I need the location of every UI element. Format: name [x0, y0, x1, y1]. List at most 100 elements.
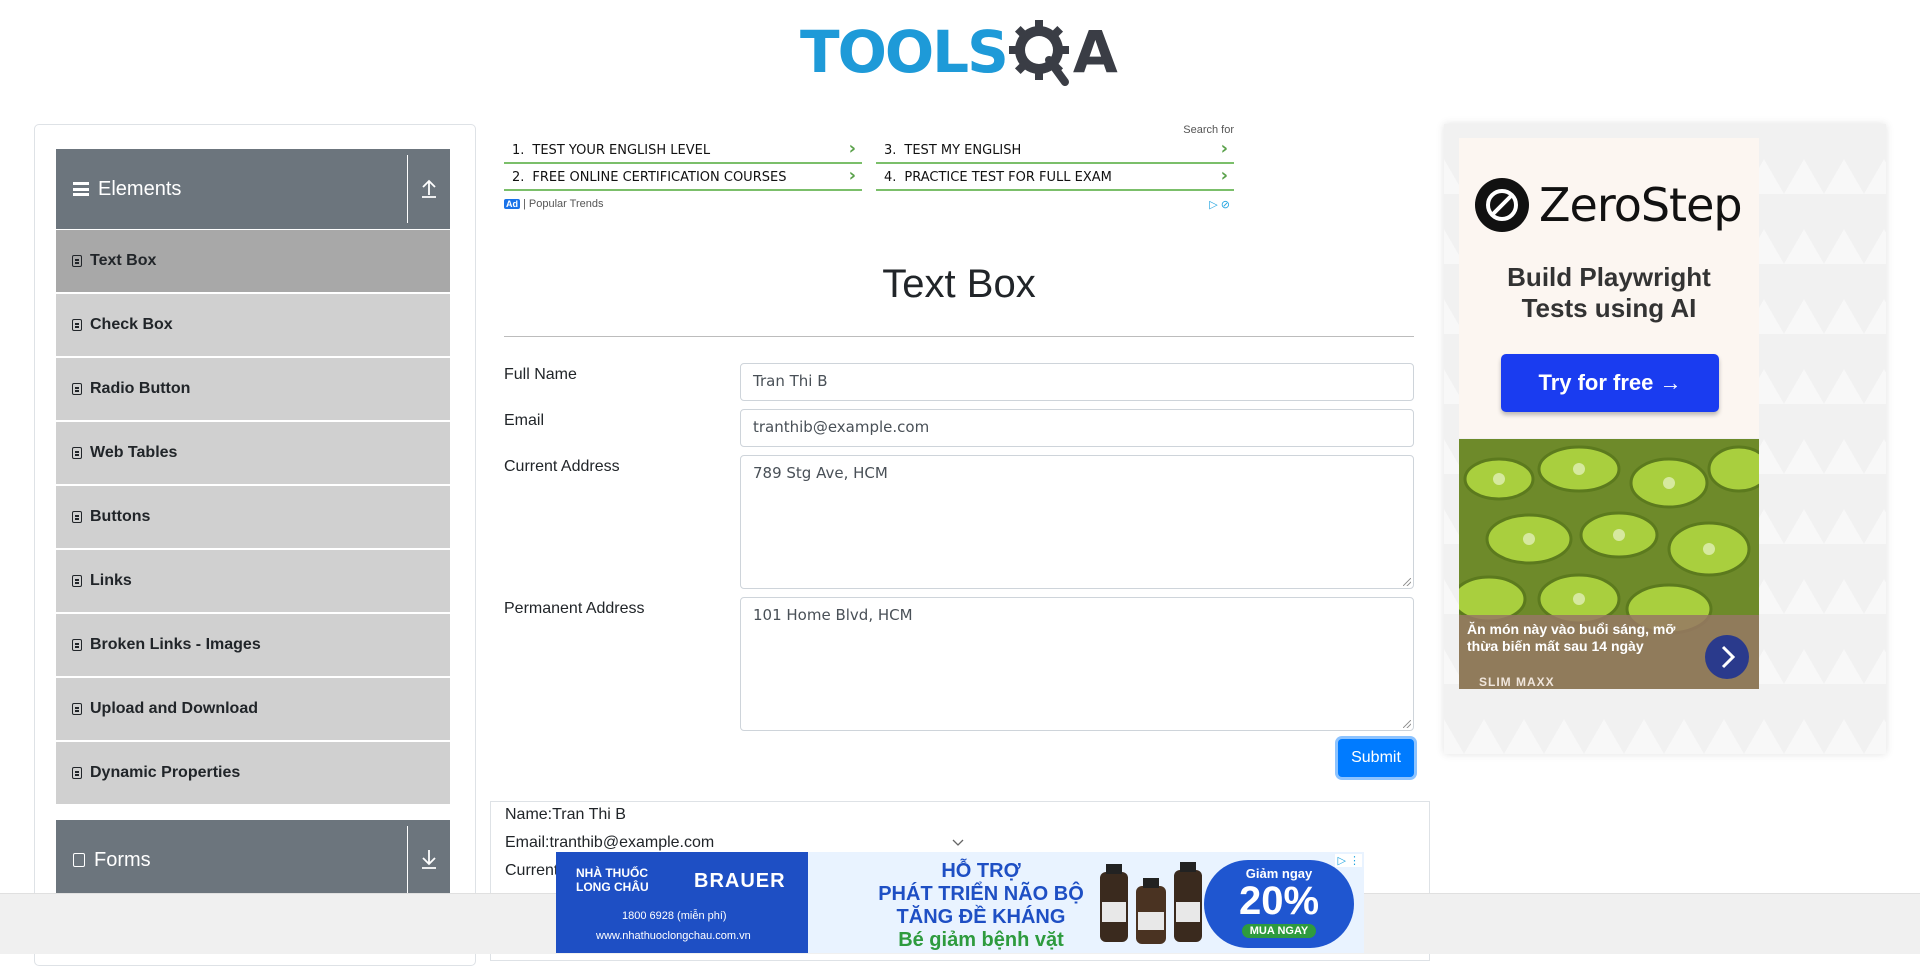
current-address-label: Current Address: [504, 458, 620, 475]
permanent-address-textarea[interactable]: 101 Home Blvd, HCM: [740, 597, 1414, 731]
top-search-ad: Search for 1. TEST YOUR ENGLISH LEVEL › …: [504, 122, 1234, 214]
output-current-address: Current: [505, 862, 559, 879]
list-icon: [72, 383, 82, 395]
promo-value: 20%: [1238, 879, 1320, 923]
ad-link-number: 1.: [512, 142, 525, 158]
ad-info[interactable]: Ad | Popular Trends: [504, 198, 604, 210]
food-ad[interactable]: Ăn món này vào buổi sáng, mỡ thừa biến m…: [1459, 439, 1759, 689]
banner-headline: HỖ TRỢ PHÁT TRIỂN NÃO BỘ TĂNG ĐỀ KHÁNG B…: [846, 860, 1116, 952]
long-chau-panel: NHÀ THUỐC LONG CHÂU BRAUER 1800 6928 (mi…: [556, 852, 808, 953]
ad-link-text: TEST YOUR ENGLISH LEVEL: [532, 142, 711, 158]
group-title: Elements: [98, 177, 182, 200]
headline-4: Bé giảm bệnh vặt: [898, 929, 1064, 951]
chevron-right-icon: ›: [1220, 165, 1228, 186]
output-name: Name:Tran Thi B: [505, 806, 626, 823]
phone-number: 1800 6928 (miễn phí): [622, 910, 727, 922]
sidebar-item-radio-button[interactable]: Radio Button: [56, 358, 450, 420]
list-icon: [72, 319, 82, 331]
sidebar-item-label: Broken Links - Images: [90, 636, 261, 653]
ad-link-number: 3.: [884, 142, 897, 158]
sidebar-item-label: Buttons: [90, 508, 151, 525]
submit-button[interactable]: Submit: [1338, 739, 1414, 777]
collapse-up-icon[interactable]: [417, 175, 441, 201]
email-input[interactable]: tranthib@example.com: [740, 409, 1414, 447]
chevron-right-icon: ›: [848, 165, 856, 186]
adchoices-icon[interactable]: ▷ ⊘: [1209, 198, 1230, 211]
food-brand: SLIM MAXX: [1479, 675, 1555, 689]
zerostep-brand: ZeroStep: [1539, 178, 1743, 232]
full-name-label: Full Name: [504, 366, 577, 383]
list-icon: [72, 511, 82, 523]
ad-link-text: TEST MY ENGLISH: [904, 142, 1022, 158]
logo-text: TOOLS: [800, 18, 1009, 86]
product-bottles-image: [1100, 862, 1202, 944]
zerostep-logo: ZeroStep: [1475, 178, 1743, 232]
list-icon: [72, 575, 82, 587]
chevron-right-icon: ›: [1220, 138, 1228, 159]
chevron-right-icon: [1721, 645, 1736, 669]
ad-search-for: Search for: [1183, 124, 1234, 136]
store-line-2: LONG CHÂU: [576, 880, 649, 894]
group-divider: [407, 826, 408, 894]
ad-link-3[interactable]: 3. TEST MY ENGLISH ›: [876, 138, 1234, 164]
sidebar-item-label: Check Box: [90, 316, 173, 333]
food-caption-bar: Ăn món này vào buổi sáng, mỡ thừa biến m…: [1459, 615, 1759, 689]
zerostep-ad[interactable]: ZeroStep Build Playwright Tests using AI…: [1444, 124, 1886, 754]
sidebar-item-label: Text Box: [90, 252, 157, 269]
full-name-input[interactable]: Tran Thi B: [740, 363, 1414, 401]
gear-magnifier-icon: [1003, 14, 1079, 90]
try-for-free-button[interactable]: Try for free →: [1501, 354, 1719, 412]
zerostep-logo-icon: [1475, 178, 1529, 232]
email-label: Email: [504, 412, 545, 429]
logo-suffix: A: [1072, 18, 1118, 86]
permanent-address-value: 101 Home Blvd, HCM: [753, 606, 913, 624]
current-address-textarea[interactable]: 789 Stg Ave, HCM: [740, 455, 1414, 589]
store-line-1: NHÀ THUỐC: [576, 866, 648, 880]
website: www.nhathuoclongchau.com.vn: [596, 930, 751, 942]
store-name: NHÀ THUỐC LONG CHÂU: [576, 866, 649, 894]
buy-now-button[interactable]: MUA NGAY: [1241, 924, 1317, 938]
zerostep-card: ZeroStep Build Playwright Tests using AI…: [1459, 138, 1759, 438]
ad-link-1[interactable]: 1. TEST YOUR ENGLISH LEVEL ›: [504, 138, 862, 164]
sidebar-item-links[interactable]: Links: [56, 550, 450, 612]
page-title: Text Box: [882, 262, 1036, 306]
ad-source: | Popular Trends: [523, 198, 604, 210]
sidebar-item-label: Web Tables: [90, 444, 178, 461]
sidebar-item-check-box[interactable]: Check Box: [56, 294, 450, 356]
sidebar-item-web-tables[interactable]: Web Tables: [56, 422, 450, 484]
title-divider: [504, 336, 1414, 337]
chevron-down-icon: [952, 839, 964, 846]
sidebar-item-buttons[interactable]: Buttons: [56, 486, 450, 548]
resize-handle[interactable]: [1403, 578, 1411, 586]
ad-link-4[interactable]: 4. PRACTICE TEST FOR FULL EXAM ›: [876, 165, 1234, 191]
document-icon: [73, 853, 85, 867]
ad-link-number: 2.: [512, 169, 525, 185]
brauer-brand: BRAUER: [694, 870, 786, 892]
ad-link-text: PRACTICE TEST FOR FULL EXAM: [904, 169, 1112, 185]
headline-3: TĂNG ĐỀ KHÁNG: [896, 906, 1066, 928]
ad-link-number: 4.: [884, 169, 897, 185]
toolsqa-logo[interactable]: TOOLS A: [800, 14, 1124, 90]
sidebar-item-dynamic-properties[interactable]: Dynamic Properties: [56, 742, 450, 804]
sidebar-item-upload-download[interactable]: Upload and Download: [56, 678, 450, 740]
headline-1: HỖ TRỢ: [941, 860, 1021, 882]
sidebar-item-label: Upload and Download: [90, 700, 258, 717]
output-email: Email:tranthib@example.com: [505, 834, 715, 851]
adchoices-icon[interactable]: ▷ ⋮: [1335, 854, 1362, 867]
sidebar-item-text-box[interactable]: Text Box: [56, 230, 450, 292]
group-title: Forms: [94, 848, 151, 871]
group-header-elements[interactable]: Elements: [56, 149, 450, 229]
discount-badge[interactable]: Giảm ngay 20% MUA NGAY: [1204, 860, 1354, 948]
bottom-banner-ad[interactable]: NHÀ THUỐC LONG CHÂU BRAUER 1800 6928 (mi…: [556, 852, 1364, 953]
sidebar-item-broken-links[interactable]: Broken Links - Images: [56, 614, 450, 676]
group-header-forms[interactable]: Forms: [56, 820, 450, 900]
resize-handle[interactable]: [1403, 720, 1411, 728]
list-icon: [72, 447, 82, 459]
next-arrow-button[interactable]: [1705, 635, 1749, 679]
list-icon: [72, 639, 82, 651]
list-icon: [72, 255, 82, 267]
ad-link-2[interactable]: 2. FREE ONLINE CERTIFICATION COURSES ›: [504, 165, 862, 191]
ad-badge: Ad: [504, 199, 520, 209]
group-divider: [407, 155, 408, 223]
expand-down-icon[interactable]: [417, 846, 441, 872]
